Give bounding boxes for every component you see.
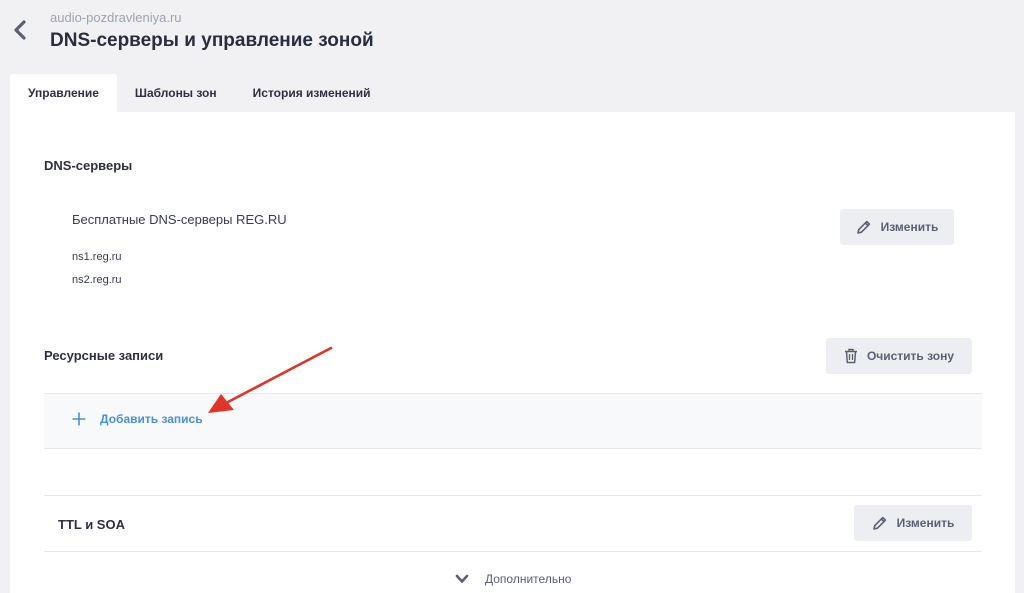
dns-server-2: ns2.reg.ru	[72, 274, 122, 286]
add-record-label: Добавить запись	[100, 412, 203, 426]
ttl-top-divider	[44, 495, 982, 496]
dns-provider: Бесплатные DNS-серверы REG.RU	[72, 212, 287, 227]
management-panel: DNS-серверы Бесплатные DNS-серверы REG.R…	[10, 112, 1015, 593]
resource-records-title: Ресурсные записи	[44, 348, 164, 363]
ttl-soa-title: TTL и SOA	[58, 517, 125, 532]
clear-zone-button[interactable]: Очистить зону	[826, 338, 972, 374]
chevron-left-icon	[14, 20, 26, 40]
trash-icon	[844, 348, 857, 364]
edit-ttl-soa-label: Изменить	[896, 516, 955, 530]
pencil-icon	[872, 516, 886, 530]
dns-servers-title: DNS-серверы	[44, 158, 133, 173]
more-label: Дополнительно	[485, 572, 572, 586]
back-button[interactable]	[10, 19, 30, 41]
page-title: DNS-серверы и управление зоной	[50, 30, 374, 51]
add-record-row: Добавить запись	[44, 393, 982, 449]
tab-bar: Управление Шаблоны зон История изменений	[10, 74, 389, 112]
edit-dns-label: Изменить	[880, 220, 939, 234]
clear-zone-label: Очистить зону	[866, 349, 955, 363]
tab-management[interactable]: Управление	[10, 74, 117, 112]
more-toggle[interactable]: Дополнительно	[455, 572, 571, 586]
domain-name: audio-pozdravleniya.ru	[50, 10, 182, 25]
plus-icon	[72, 412, 86, 426]
tab-zone-templates[interactable]: Шаблоны зон	[117, 74, 235, 112]
edit-ttl-soa-button[interactable]: Изменить	[854, 505, 972, 541]
dns-server-1: ns1.reg.ru	[72, 251, 122, 263]
pencil-icon	[856, 220, 870, 234]
ttl-bottom-divider	[44, 551, 982, 552]
chevron-down-icon	[455, 574, 469, 583]
add-record-link[interactable]: Добавить запись	[72, 412, 203, 426]
edit-dns-button[interactable]: Изменить	[840, 209, 954, 245]
tab-change-history[interactable]: История изменений	[235, 74, 389, 112]
